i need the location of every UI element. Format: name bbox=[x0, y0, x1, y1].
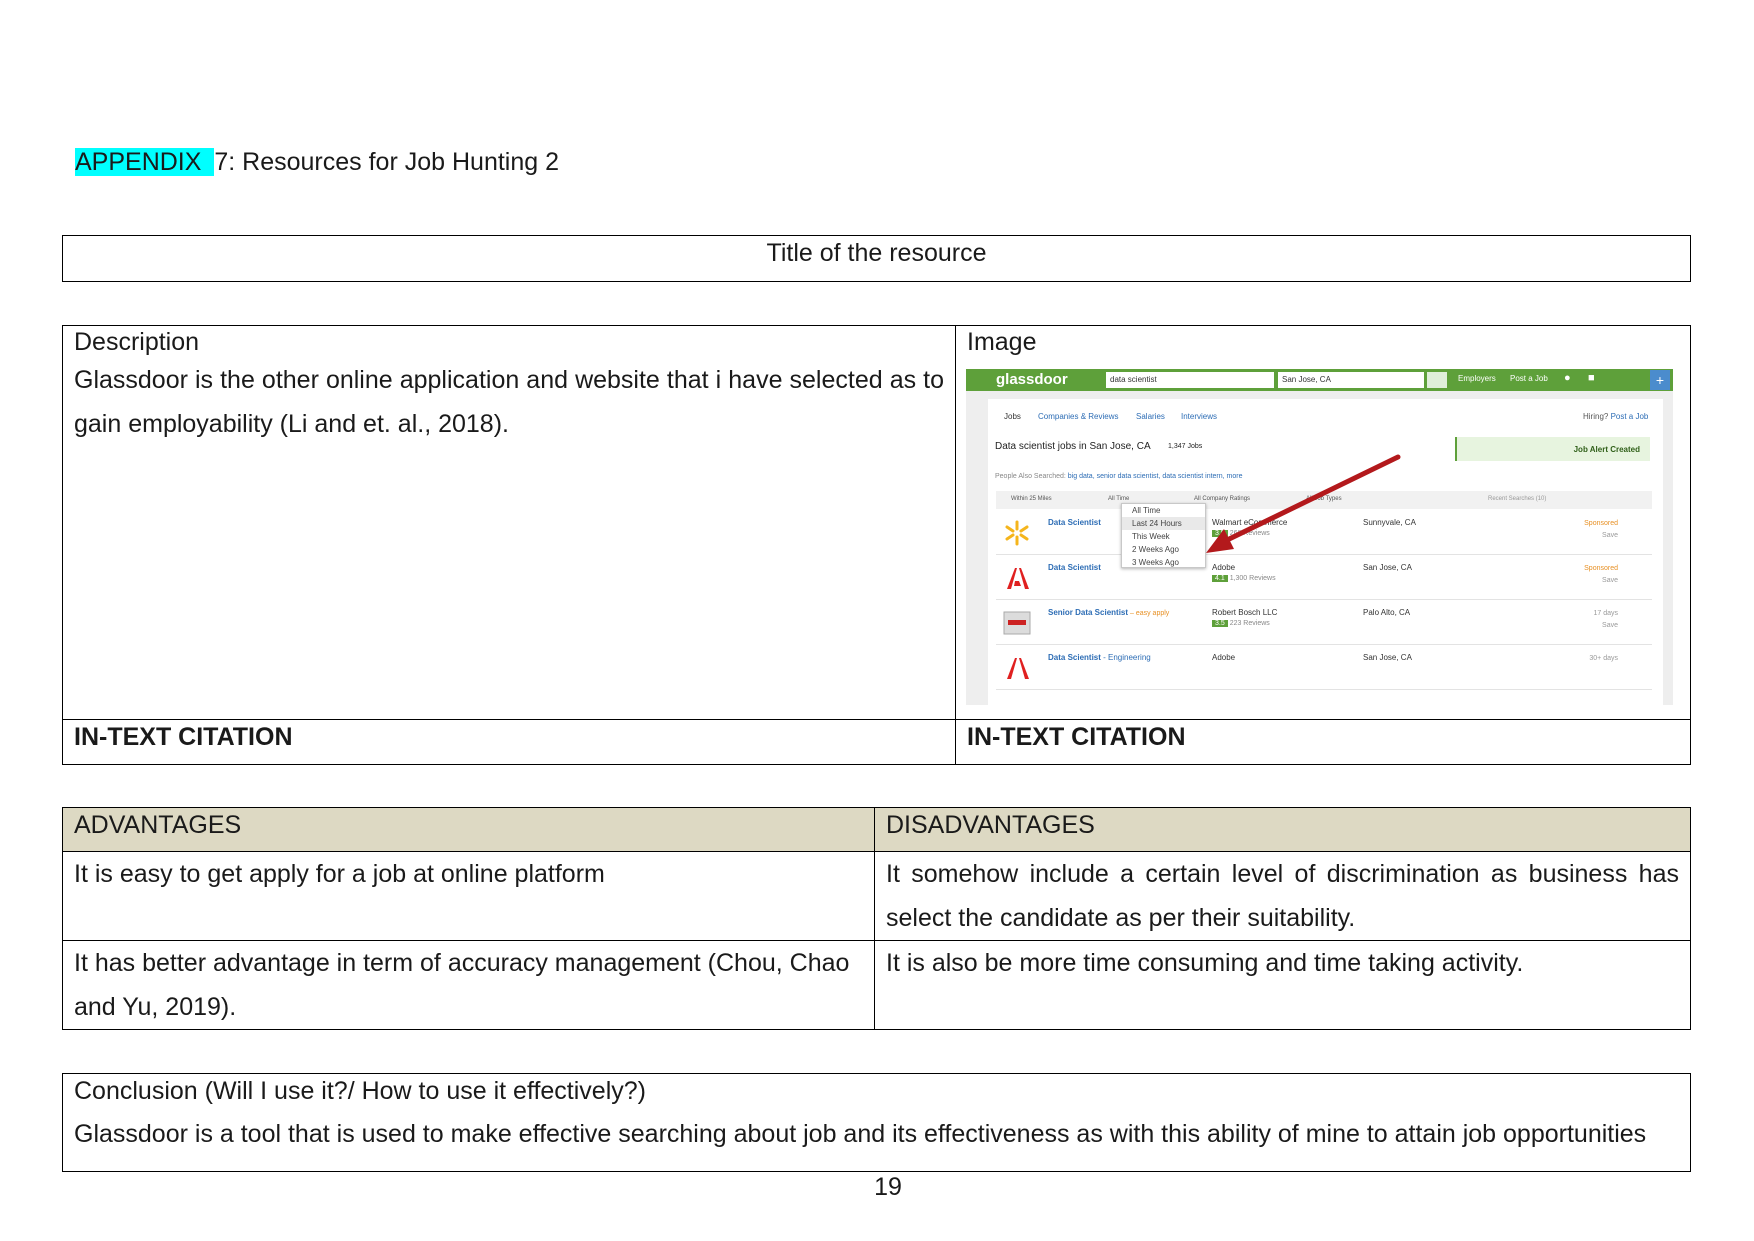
resource-title-cell: Title of the resource bbox=[62, 235, 1691, 282]
page-number: 19 bbox=[874, 1173, 902, 1201]
user-icon[interactable]: ■ bbox=[1588, 372, 1595, 384]
advantage-cell: It has better advantage in term of accur… bbox=[62, 940, 875, 1030]
disadvantage-cell: It is also be more time consuming and ti… bbox=[874, 940, 1691, 1030]
advantages-table: ADVANTAGES DISADVANTAGES It is easy to g… bbox=[62, 807, 1691, 1030]
appendix-title: 7: Resources for Job Hunting 2 bbox=[214, 148, 560, 176]
appendix-heading: APPENDIX 7: Resources for Job Hunting 2 bbox=[75, 148, 559, 177]
conclusion-label: Conclusion (Will I use it?/ How to use i… bbox=[74, 1077, 646, 1105]
glassdoor-screenshot: glassdoor data scientist San Jose, CA Em… bbox=[966, 369, 1673, 705]
title-table: Title of the resource bbox=[62, 235, 1691, 282]
description-image-table: Description Glassdoor is the other onlin… bbox=[62, 325, 1691, 765]
conclusion-text: Glassdoor is a tool that is used to make… bbox=[74, 1120, 1647, 1148]
plus-icon[interactable]: + bbox=[1650, 370, 1670, 390]
search-icon[interactable] bbox=[1427, 372, 1447, 388]
description-text: Glassdoor is the other online applicatio… bbox=[74, 358, 944, 446]
citation-right: IN-TEXT CITATION bbox=[955, 719, 1691, 765]
search-input[interactable]: data scientist bbox=[1106, 372, 1274, 388]
glassdoor-top-bar: glassdoor data scientist San Jose, CA Em… bbox=[966, 369, 1673, 391]
glassdoor-logo: glassdoor bbox=[996, 371, 1068, 388]
location-input[interactable]: San Jose, CA bbox=[1278, 372, 1424, 388]
glassdoor-page: Jobs Companies & Reviews Salaries Interv… bbox=[988, 399, 1663, 705]
nav-employers[interactable]: Employers bbox=[1458, 374, 1496, 383]
advantage-cell: It is easy to get apply for a job at onl… bbox=[62, 851, 875, 941]
citation-left: IN-TEXT CITATION bbox=[62, 719, 956, 765]
description-body: Glassdoor is the other online applicatio… bbox=[74, 366, 944, 438]
disadvantages-header: DISADVANTAGES bbox=[874, 807, 1691, 852]
image-cell: Image glassdoor data scientist San Jose,… bbox=[955, 325, 1691, 720]
disadvantage-cell: It somehow include a certain level of di… bbox=[874, 851, 1691, 941]
image-label: Image bbox=[967, 328, 1037, 356]
conclusion-table: Conclusion (Will I use it?/ How to use i… bbox=[62, 1073, 1691, 1172]
red-arrow-annotation bbox=[1206, 454, 1401, 553]
advantages-header: ADVANTAGES bbox=[62, 807, 875, 852]
nav-post-job[interactable]: Post a Job bbox=[1510, 374, 1548, 383]
bell-icon[interactable]: ● bbox=[1564, 372, 1571, 384]
appendix-highlight: APPENDIX bbox=[75, 148, 215, 176]
description-cell: Description Glassdoor is the other onlin… bbox=[62, 325, 956, 720]
description-citation: (Li and et. al., 2018). bbox=[279, 410, 509, 438]
description-label: Description bbox=[74, 328, 200, 356]
conclusion-cell: Conclusion (Will I use it?/ How to use i… bbox=[62, 1073, 1691, 1172]
